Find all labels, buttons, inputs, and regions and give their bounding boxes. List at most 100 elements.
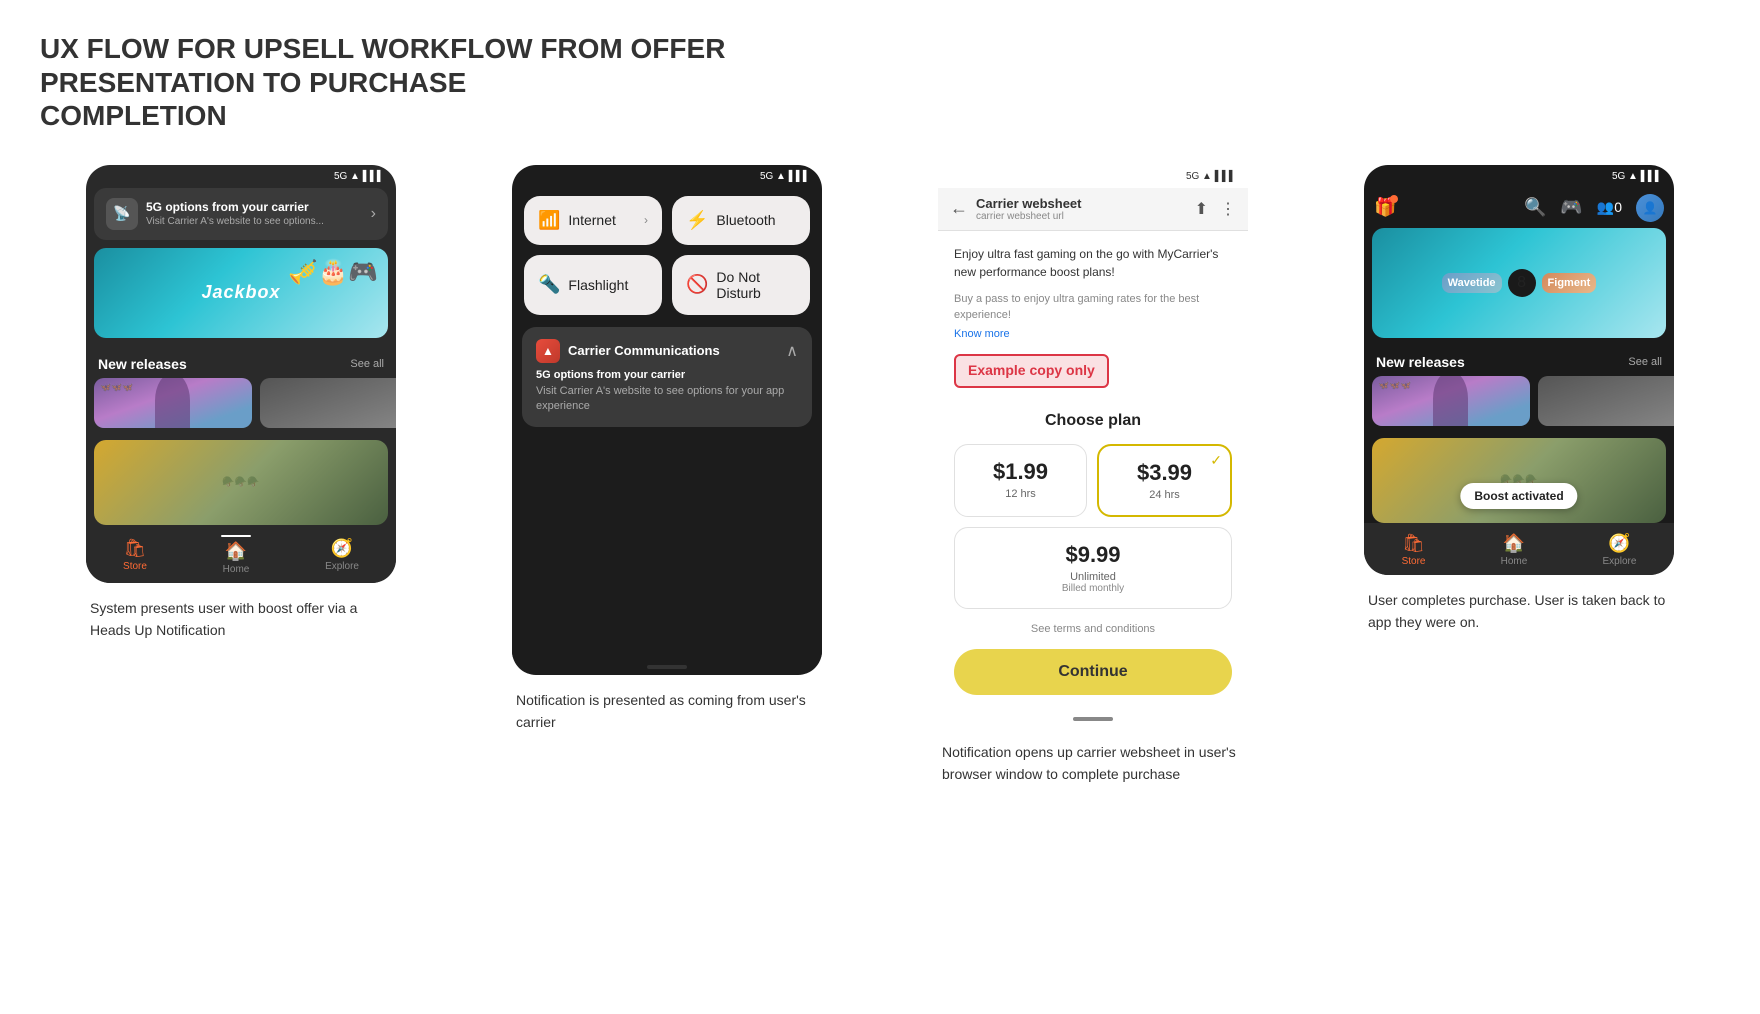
example-copy-overlay: Example copy only [954, 354, 1109, 388]
store-label-1: Store [123, 561, 147, 572]
quick-tile-bluetooth[interactable]: ⚡ Bluetooth [672, 196, 810, 245]
new-releases-title-4: New releases [1376, 354, 1465, 370]
internet-label: Internet [568, 212, 615, 228]
explore-label-1: Explore [325, 561, 359, 572]
carrier-notif-section: Carrier Communications [568, 343, 778, 358]
status-icons-3: 5G ▲ ▌▌▌ [1186, 171, 1236, 182]
websheet-header: ← Carrier websheet carrier websheet url … [938, 188, 1248, 231]
internet-icon: 📶 [538, 210, 560, 231]
game-card-moto-4[interactable]: Moto $39.99 [1538, 376, 1674, 426]
see-all-1[interactable]: See all [350, 358, 384, 370]
step-description-1: System presents user with boost offer vi… [86, 597, 396, 642]
home-icon-4: 🏠 [1503, 533, 1525, 554]
bluetooth-icon: ⚡ [686, 210, 708, 231]
plan-cards: $1.99 12 hrs $3.99 24 hrs [954, 444, 1232, 517]
home-icon-1: 🏠 [225, 541, 247, 562]
game-card-lis-4[interactable]: 🦋🦋🦋 Life is Strange Remastered PRO Free … [1372, 376, 1530, 426]
home-indicator-2 [647, 665, 687, 669]
choose-plan-title: Choose plan [954, 412, 1232, 430]
notification-bar-1[interactable]: 📡 5G options from your carrier Visit Car… [94, 188, 388, 240]
phone-screen-1: 5G ▲ ▌▌▌ 📡 5G options from your carrier … [86, 165, 396, 583]
continue-button[interactable]: Continue [954, 649, 1232, 695]
plan-card-1[interactable]: $1.99 12 hrs [954, 444, 1087, 517]
quick-tile-flashlight[interactable]: 🔦 Flashlight [524, 255, 662, 315]
plan-card-wide[interactable]: $9.99 Unlimited Billed monthly [954, 527, 1232, 609]
carrier-notif-body: Visit Carrier A's website to see options… [536, 384, 798, 415]
status-bar-1: 5G ▲ ▌▌▌ [86, 165, 396, 188]
flow-step-4: 5G ▲ ▌▌▌ 🎁 🔍 🎮 👥0 👤 Wavetide [1318, 165, 1720, 634]
store-label-4: Store [1402, 556, 1426, 567]
screen2-spacer [512, 427, 822, 657]
explore-icon-1: 🧭 [331, 538, 353, 559]
section-header-1: New releases See all [86, 350, 396, 378]
status-bar-3: 5G ▲ ▌▌▌ [938, 165, 1248, 188]
game-card-img-moto-1 [260, 378, 396, 428]
carrier-notif-title: 5G options from your carrier [536, 369, 798, 381]
share-icon[interactable]: ⬆ [1195, 199, 1208, 219]
flow-step-3: 5G ▲ ▌▌▌ ← Carrier websheet carrier webs… [892, 165, 1294, 786]
flow-container: 5G ▲ ▌▌▌ 📡 5G options from your carrier … [40, 165, 1720, 786]
nav-explore-4[interactable]: 🧭 Explore [1602, 533, 1636, 567]
see-all-4[interactable]: See all [1628, 356, 1662, 368]
carrier-notif-panel[interactable]: ▲ Carrier Communications ∧ 5G options fr… [522, 327, 812, 427]
quick-tile-dnd[interactable]: 🚫 Do Not Disturb [672, 255, 810, 315]
page-title: UX FLOW FOR UPSELL WORKFLOW FROM OFFER P… [40, 32, 940, 133]
game-cards-row-4: 🦋🦋🦋 Life is Strange Remastered PRO Free … [1364, 376, 1674, 438]
step-description-2: Notification is presented as coming from… [512, 689, 822, 734]
phone-screen-3: 5G ▲ ▌▌▌ ← Carrier websheet carrier webs… [938, 165, 1248, 727]
game-cards-row-1: 🦋🦋🦋 Life is Strange Remastered PRO Free … [86, 378, 396, 440]
status-icons-1: 5G ▲ ▌▌▌ [334, 171, 384, 182]
notif-title-1: 5G options from your carrier [146, 200, 363, 214]
plan-label-wide: Unlimited [965, 571, 1221, 583]
search-icon-4[interactable]: 🔍 [1524, 197, 1546, 218]
know-more-link[interactable]: Know more [954, 328, 1232, 340]
terms-link[interactable]: See terms and conditions [954, 623, 1232, 635]
carrier-icon: ▲ [536, 339, 560, 363]
explore-label-4: Explore [1602, 556, 1636, 567]
quick-tile-internet[interactable]: 📶 Internet › [524, 196, 662, 245]
game-card-img-lis-1: 🦋🦋🦋 [94, 378, 252, 428]
boost-activated-badge: Boost activated [1460, 483, 1577, 509]
group-icon[interactable]: 👥0 [1597, 199, 1622, 216]
status-icons-4: 5G ▲ ▌▌▌ [1612, 171, 1662, 182]
plan-card-2[interactable]: $3.99 24 hrs [1097, 444, 1232, 517]
gamepad-icon[interactable]: 🎮 [1560, 197, 1582, 218]
flow-step-1: 5G ▲ ▌▌▌ 📡 5G options from your carrier … [40, 165, 442, 642]
plan-price-wide: $9.99 [965, 542, 1221, 568]
carrier-panel-chevron: ∧ [786, 341, 798, 361]
game-card-img-lis-4: 🦋🦋🦋 [1372, 376, 1530, 426]
home-label-1: Home [223, 564, 250, 575]
game-card-lis-1[interactable]: 🦋🦋🦋 Life is Strange Remastered PRO Free … [94, 378, 252, 428]
home-indicator-3 [1073, 717, 1113, 721]
game-card-img-moto-4 [1538, 376, 1674, 426]
internet-arrow: › [644, 213, 648, 227]
carrier-notif-icon: 📡 [106, 198, 138, 230]
explore-icon-4: 🧭 [1608, 533, 1630, 554]
phone-screen-4: 5G ▲ ▌▌▌ 🎁 🔍 🎮 👥0 👤 Wavetide [1364, 165, 1674, 575]
flashlight-label: Flashlight [568, 277, 628, 293]
flashlight-icon: 🔦 [538, 274, 560, 295]
flow-step-2: 5G ▲ ▌▌▌ 📶 Internet › ⚡ Bluetooth 🔦 Flas… [466, 165, 868, 734]
nav-store-1[interactable]: 🛍 Store [123, 538, 147, 572]
nav-home-1[interactable]: 🏠 Home [221, 535, 251, 575]
step-description-3: Notification opens up carrier websheet i… [938, 741, 1248, 786]
gift-icon[interactable]: 🎁 [1374, 197, 1396, 218]
bottom-nav-4: 🛍 Store 🏠 Home 🧭 Explore [1364, 523, 1674, 575]
plan-duration-2: 24 hrs [1109, 489, 1220, 501]
avatar-4[interactable]: 👤 [1636, 194, 1664, 222]
plan-price-1: $1.99 [965, 459, 1076, 485]
more-icon[interactable]: ⋮ [1220, 199, 1236, 219]
back-button[interactable]: ← [950, 198, 968, 219]
nav-explore-1[interactable]: 🧭 Explore [325, 538, 359, 572]
status-bar-2: 5G ▲ ▌▌▌ [512, 165, 822, 188]
bottom-game-banner-4: 🪖🪖🪖 Boost activated [1372, 438, 1666, 523]
phone-screen-2: 5G ▲ ▌▌▌ 📶 Internet › ⚡ Bluetooth 🔦 Flas… [512, 165, 822, 675]
bottom-nav-1: 🛍 Store 🏠 Home 🧭 Explore [86, 525, 396, 583]
plan-duration-1: 12 hrs [965, 488, 1076, 500]
nav-home-4[interactable]: 🏠 Home [1501, 533, 1528, 567]
game-card-moto-1[interactable]: Moto $39.99 [260, 378, 396, 428]
game-banner-4: Wavetide 8 Figment [1372, 228, 1666, 338]
dnd-label: Do Not Disturb [716, 269, 796, 301]
nav-store-4[interactable]: 🛍 Store [1402, 533, 1426, 567]
quick-tiles: 📶 Internet › ⚡ Bluetooth 🔦 Flashlight 🚫 … [512, 188, 822, 327]
